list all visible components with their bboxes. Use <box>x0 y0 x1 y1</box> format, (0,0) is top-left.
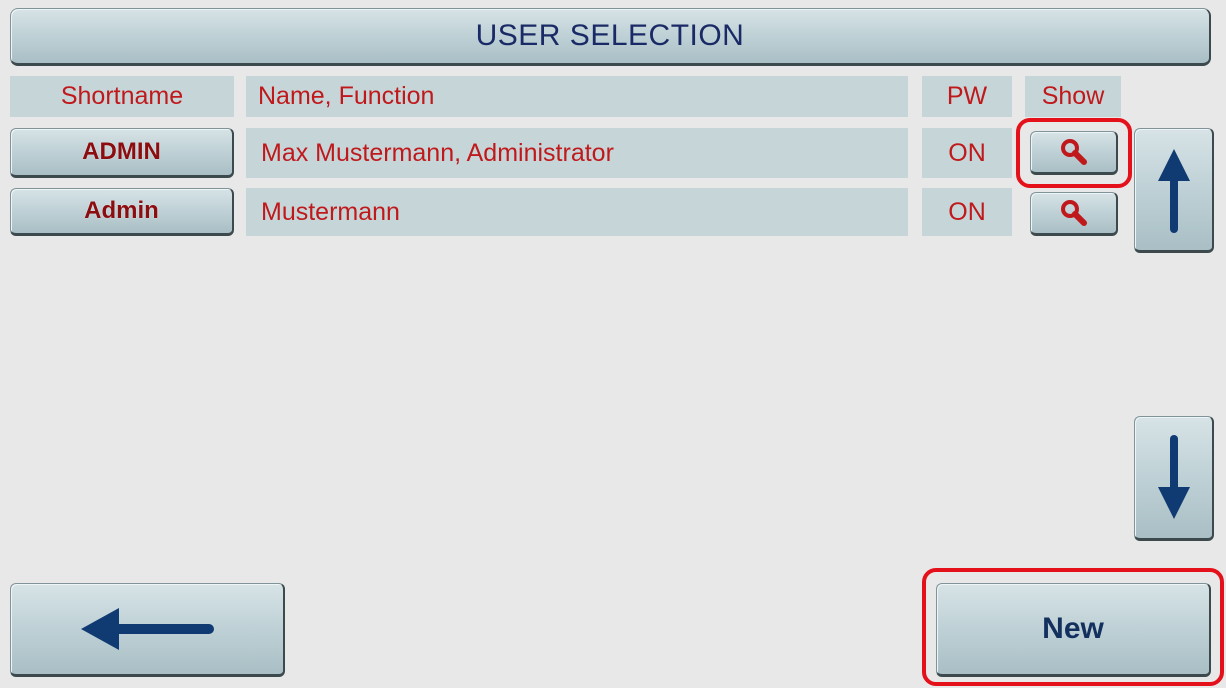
user-name-function: Mustermann <box>261 197 400 226</box>
user-shortname-button[interactable]: ADMIN <box>10 128 234 178</box>
column-header-shortname: Shortname <box>10 76 234 117</box>
column-header-show: Show <box>1025 76 1121 117</box>
new-user-button[interactable]: New <box>936 583 1211 677</box>
user-shortname-label: Admin <box>84 197 159 224</box>
back-button[interactable] <box>10 583 285 677</box>
arrow-up-icon <box>1157 148 1190 233</box>
column-header-pw-label: PW <box>946 82 988 110</box>
user-shortname-button[interactable]: Admin <box>10 188 234 236</box>
new-user-button-label: New <box>1042 612 1104 645</box>
magnifier-icon <box>1060 139 1087 165</box>
column-header-name-function-label: Name, Function <box>258 82 435 110</box>
user-pw-status: ON <box>948 138 986 167</box>
arrow-down-icon <box>1157 434 1190 519</box>
scroll-down-button[interactable] <box>1134 416 1214 541</box>
show-user-button[interactable] <box>1030 131 1118 175</box>
column-header-show-label: Show <box>1041 82 1105 110</box>
arrow-left-icon <box>81 608 214 650</box>
user-pw-status: ON <box>948 197 986 226</box>
user-name-function: Max Mustermann, Administrator <box>261 138 614 167</box>
column-header-pw: PW <box>922 76 1012 117</box>
user-shortname-label: ADMIN <box>82 138 161 165</box>
column-header-name-function: Name, Function <box>246 76 908 117</box>
user-name-function-cell: Max Mustermann, Administrator <box>246 128 908 178</box>
show-user-button[interactable] <box>1030 192 1118 236</box>
page-title-bar: USER SELECTION <box>10 8 1211 66</box>
column-header-shortname-label: Shortname <box>60 82 184 110</box>
user-pw-cell: ON <box>922 128 1012 178</box>
user-name-function-cell: Mustermann <box>246 188 908 236</box>
user-pw-cell: ON <box>922 188 1012 236</box>
page-title: USER SELECTION <box>475 19 745 52</box>
magnifier-icon <box>1060 200 1087 226</box>
scroll-up-button[interactable] <box>1134 128 1214 253</box>
